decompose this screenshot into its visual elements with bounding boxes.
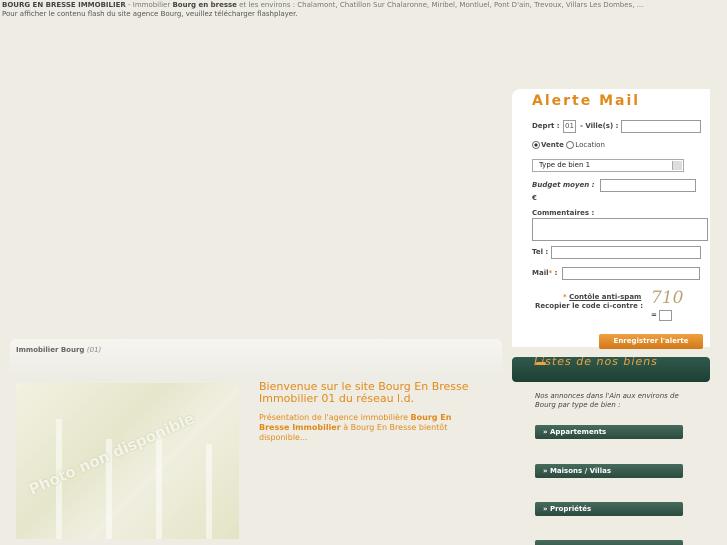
villes-input[interactable] [621,120,701,133]
agency-photo-placeholder: Photo non disponible [16,383,239,539]
mail-label-group: Mail* : [532,269,557,277]
comments-textarea[interactable] [532,218,708,241]
top-sep: - Immobilier [125,1,173,9]
keyword: Bourg en bresse [172,1,237,9]
enregistrer-alerte-button[interactable]: Enregistrer l'alerte [599,334,703,349]
appartements-button[interactable]: » Appartements [535,425,683,439]
maisons-villas-button[interactable]: » Maisons / Villas [535,464,683,478]
listes-biens-header: Listes de nos biens [512,355,710,382]
presentation-text: Présentation de l'agence immobilière Bou… [259,413,479,443]
pres-a: Présentation de l'agence immobilière [259,413,411,422]
deprt-label: Deprt : [532,122,560,130]
euro-sign: € [532,194,537,202]
proprietes-button[interactable]: » Propriétés [535,502,683,516]
location-label: Location [575,141,605,149]
antispam-label-group: * Contôle anti-spam [563,293,641,301]
budget-input[interactable] [600,179,696,192]
type-selected: Type de bien 1 [539,161,591,169]
tel-label: Tel : [532,248,549,256]
location-radio[interactable] [566,141,575,149]
tel-input[interactable] [551,246,701,259]
transaction-radios: Vente Location [532,141,605,149]
antispam-star: * [563,293,567,301]
header-dept: (01) [86,346,102,354]
type-de-bien-select[interactable]: Type de bien 1 [532,159,684,172]
deprt-input[interactable]: 01 [563,120,576,133]
flash-message: Pour afficher le contenu flash du site a… [2,10,298,18]
listes-biens-description: Nos annonces dans l'Ain aux environs de … [535,392,679,409]
vente-radio[interactable] [532,141,540,149]
brand-name: BOURG EN BRESSE IMMOBILIER [2,1,126,9]
captcha-input[interactable] [659,310,672,321]
mail-label: Mail [532,269,549,277]
mail-input[interactable] [562,267,700,280]
listes-biens-title: Listes de nos biens [534,355,658,368]
photo-decor [156,429,162,539]
more-category-button[interactable] [535,540,683,545]
vente-label: Vente [541,141,564,149]
recopier-label: Recopier le code ci-contre : [535,302,644,310]
chevron-down-icon [672,161,682,170]
content-header-bar: Immobilier Bourg (01) [10,339,502,381]
top-keywords-line: BOURG EN BRESSE IMMOBILIER - Immobilier … [2,1,722,10]
deprt-value: 01 [565,122,574,130]
content-header-title: Immobilier Bourg (01) [16,346,101,354]
villes-label: - Ville(s) : [580,122,619,130]
captcha-image: 710 [651,288,684,308]
mail-colon: : [552,269,558,277]
header-title-text: Immobilier Bourg [16,346,85,354]
comments-label: Commentaires : [532,209,595,217]
antispam-link[interactable]: Contôle anti-spam [569,293,641,301]
alerte-mail-panel: Alerte Mail Deprt : 01 - Ville(s) : Vent… [512,89,710,347]
alerte-mail-title: Alerte Mail [532,93,641,109]
photo-decor [206,444,212,539]
equals-sign: = [651,311,657,319]
welcome-heading: Bienvenue sur le site Bourg En Bresse Im… [259,380,469,405]
top-cities: et les environs : Chalamont, Chatillon S… [236,1,644,9]
budget-label: Budget moyen : [532,181,595,189]
